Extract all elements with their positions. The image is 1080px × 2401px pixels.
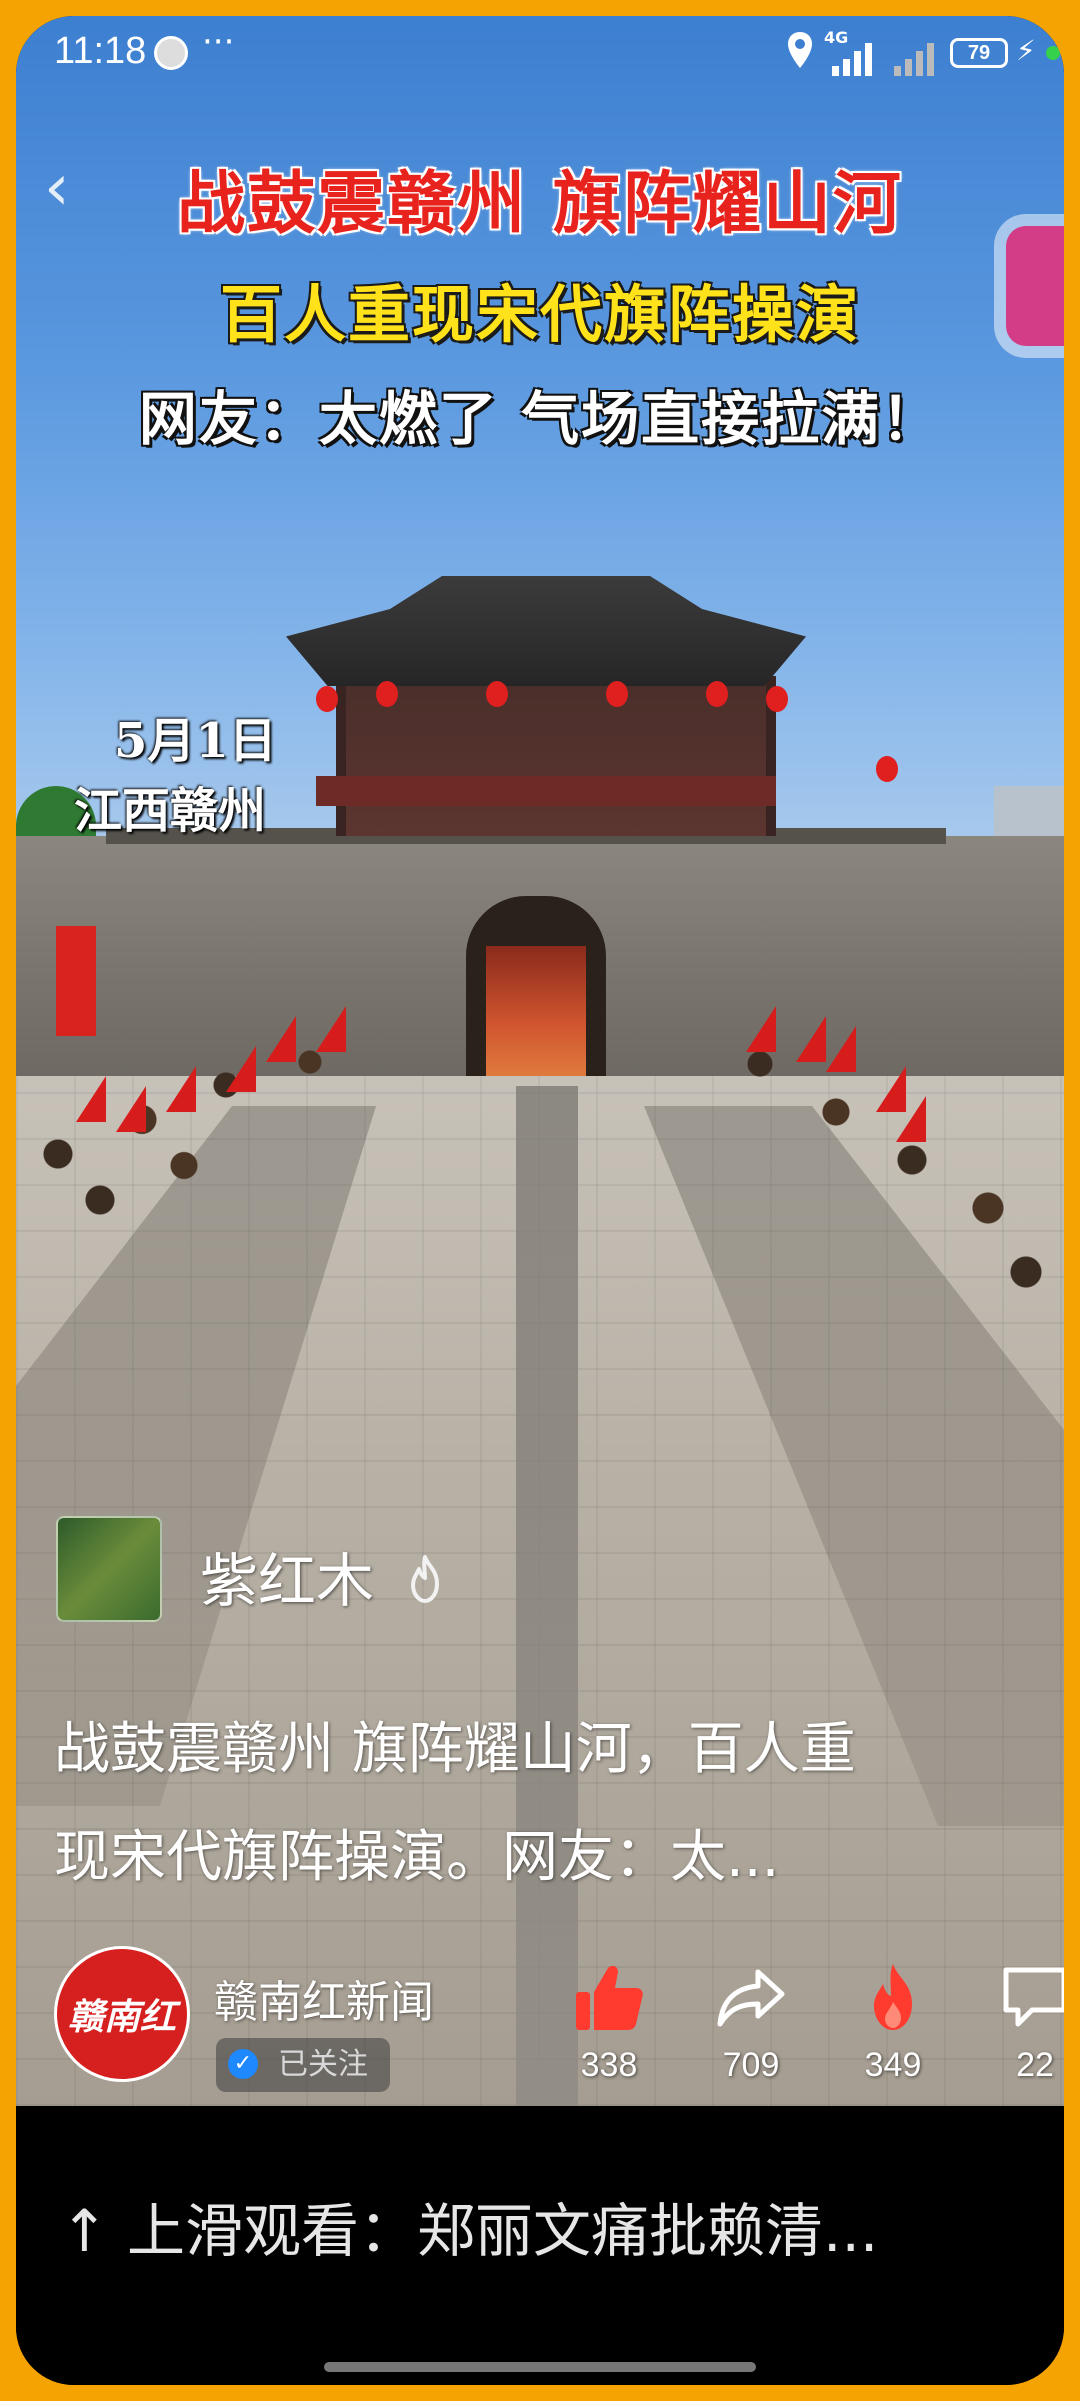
red-flag	[796, 1016, 826, 1062]
like-count: 338	[580, 2046, 638, 2084]
publisher-name[interactable]: 赣南红新闻	[214, 1966, 434, 2030]
lantern	[706, 681, 728, 707]
comment-bubble-icon	[1003, 1967, 1064, 2027]
video-headline-2: 百人重现宋代旗阵操演	[219, 278, 860, 351]
location-icon	[788, 32, 812, 68]
caption-date: 5月1日	[114, 713, 277, 769]
fire-outline-icon	[411, 1555, 439, 1603]
comment-button[interactable]: 22	[980, 1946, 1064, 2085]
description-line-2: 现宋代旗阵操演。网友：太...	[54, 1825, 780, 1890]
author-name[interactable]: 紫红木	[200, 1534, 374, 1618]
phone-screen: 11:18 ··· 4G 79 ⚡ ‹ 战鼓震赣州 旗阵耀山河 百人重现宋代旗阵…	[16, 16, 1064, 2385]
status-bar: 11:18 ··· 4G 79 ⚡	[16, 16, 1064, 96]
signal-strength-icon	[832, 43, 872, 76]
red-flag	[116, 1086, 146, 1132]
description-line-1: 战鼓震赣州 旗阵耀山河，百人重	[54, 1717, 856, 1782]
follow-status-button[interactable]: ✓ 已关注	[216, 2038, 390, 2092]
red-flag	[316, 1006, 346, 1052]
comment-count: 22	[1016, 2046, 1054, 2084]
alarm-clock-icon	[154, 36, 188, 70]
status-time: 11:18	[54, 30, 147, 72]
red-flag	[746, 1006, 776, 1052]
thumbs-up-icon	[576, 1965, 643, 2030]
red-flag	[266, 1016, 296, 1062]
fire-count: 349	[864, 2046, 922, 2084]
lantern	[606, 681, 628, 707]
lantern	[766, 686, 788, 712]
swipe-up-prompt[interactable]: ↑ 上滑观看：郑丽文痛批赖清...	[60, 2184, 1020, 2268]
scene-tower-railing	[316, 776, 776, 806]
next-video-bar[interactable]: ↑ 上滑观看：郑丽文痛批赖清...	[16, 2106, 1064, 2385]
verified-check-icon: ✓	[228, 2048, 258, 2079]
share-arrow-icon	[717, 1969, 785, 2027]
red-flag	[896, 1096, 926, 1142]
lantern	[486, 681, 508, 707]
fire-button[interactable]: 349	[838, 1946, 948, 2085]
more-notifications-icon: ···	[202, 22, 235, 62]
scene-troops-right	[684, 1016, 1064, 1336]
video-headline-3: 网友：太燃了 气场直接拉满！	[138, 385, 942, 453]
follow-status-label: 已关注	[278, 2047, 368, 2082]
author-avatar[interactable]	[56, 1516, 162, 1622]
video-date-caption: 5月1日 江西赣州	[74, 706, 334, 846]
charging-bolt-icon: ⚡	[1016, 34, 1036, 67]
publisher-row: 赣南红 赣南红新闻 ✓ 已关注 338 709 349 22	[54, 1946, 1064, 2096]
lantern	[376, 681, 398, 707]
action-bar: 338 709 349 22	[554, 1946, 1064, 2096]
battery-icon: 79	[950, 38, 1008, 68]
red-flag	[226, 1046, 256, 1092]
share-count: 709	[722, 2046, 780, 2084]
caption-place: 江西赣州	[74, 783, 267, 839]
home-indicator[interactable]	[324, 2362, 756, 2372]
red-flag	[76, 1076, 106, 1122]
video-description[interactable]: 战鼓震赣州 旗阵耀山河，百人重 现宋代旗阵操演。网友：太...	[54, 1696, 1044, 1912]
scene-gate-opening	[486, 946, 586, 1076]
share-button[interactable]: 709	[696, 1946, 806, 2085]
video-headline-1: 战鼓震赣州 旗阵耀山河	[177, 165, 903, 244]
fire-icon	[874, 1964, 912, 2030]
like-button[interactable]: 338	[554, 1946, 664, 2085]
lantern	[876, 756, 898, 782]
publisher-avatar[interactable]: 赣南红	[54, 1946, 190, 2082]
privacy-indicator-dot	[1046, 46, 1060, 60]
red-flag	[826, 1026, 856, 1072]
signal-strength-sim2-icon	[894, 43, 934, 76]
floating-widget-button[interactable]	[1006, 226, 1064, 346]
red-flag	[166, 1066, 196, 1112]
